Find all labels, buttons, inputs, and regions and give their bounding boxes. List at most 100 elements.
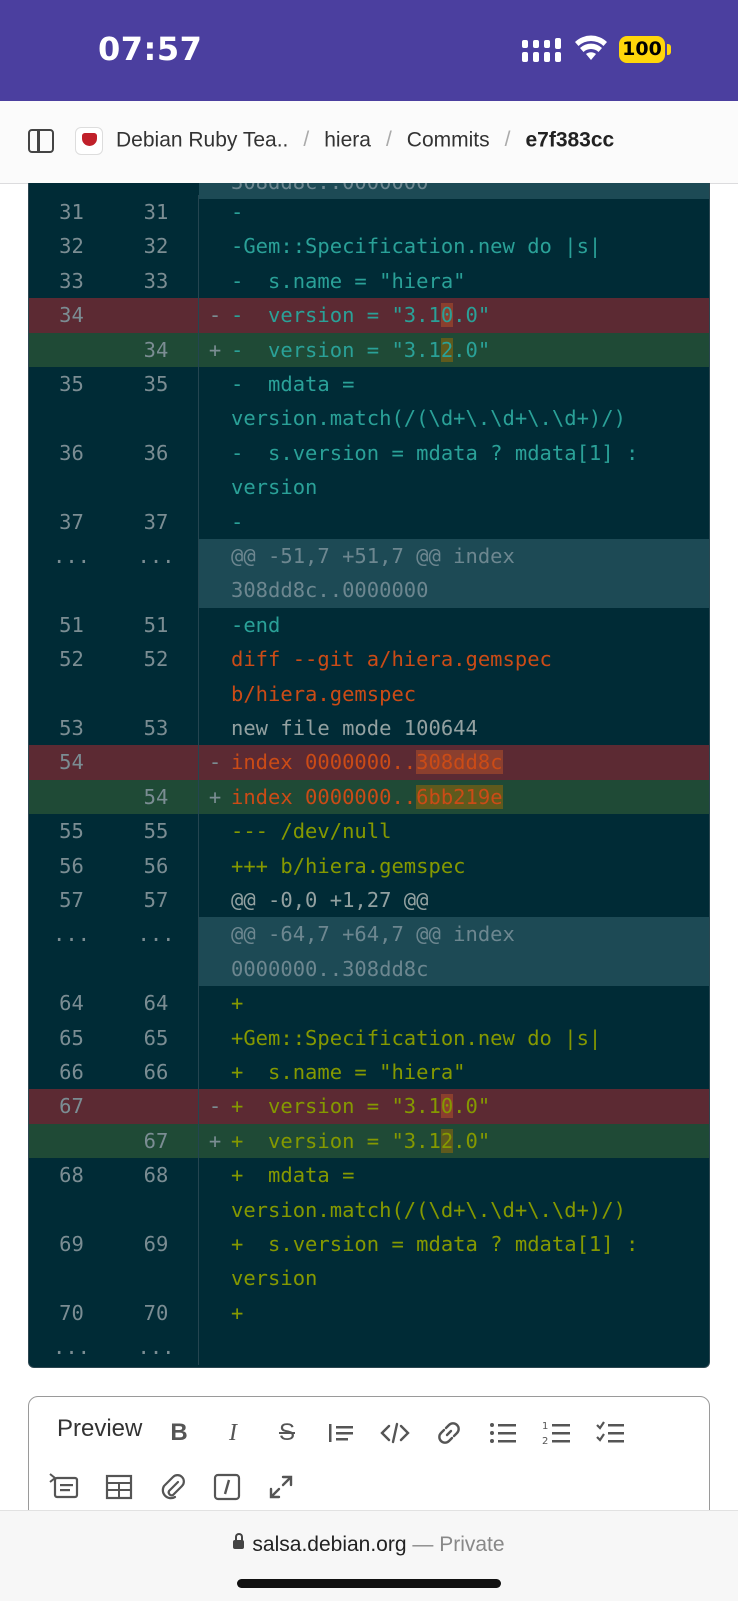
old-line-number[interactable]: 37 xyxy=(29,505,114,539)
new-line-number[interactable]: 56 xyxy=(114,848,199,883)
old-line-number[interactable]: 66 xyxy=(29,1055,114,1089)
new-line-number[interactable]: 69 xyxy=(114,1227,199,1296)
preview-tab[interactable]: Preview xyxy=(57,1415,142,1443)
new-line-number[interactable]: ... xyxy=(114,1330,199,1365)
old-line-number[interactable]: 55 xyxy=(29,814,114,848)
old-line-number[interactable]: 33 xyxy=(29,264,114,298)
bullet-list-icon[interactable] xyxy=(487,1417,519,1449)
diff-code: + xyxy=(231,1296,709,1330)
old-line-number[interactable]: 53 xyxy=(29,711,114,745)
diff-code: - s.name = "hiera" xyxy=(231,264,709,298)
old-line-number[interactable]: 56 xyxy=(29,849,114,883)
old-line-number[interactable]: 52 xyxy=(29,642,114,711)
old-line-number[interactable]: 64 xyxy=(29,986,114,1020)
old-line-number[interactable]: 68 xyxy=(29,1158,114,1227)
italic-icon[interactable]: I xyxy=(217,1417,249,1449)
old-line-number[interactable] xyxy=(29,1124,114,1158)
new-line-number[interactable] xyxy=(114,298,199,333)
new-line-number[interactable]: ... xyxy=(114,917,199,987)
home-indicator[interactable] xyxy=(237,1579,501,1588)
diff-code: +++ b/hiera.gemspec xyxy=(231,849,709,883)
new-line-number[interactable]: 35 xyxy=(114,367,199,436)
new-line-number[interactable]: 31 xyxy=(114,195,199,230)
new-line-number[interactable]: 68 xyxy=(114,1158,199,1227)
diff-highlight: 308dd8c xyxy=(416,750,503,775)
old-line-number[interactable]: 57 xyxy=(29,883,114,917)
strikethrough-icon[interactable]: S xyxy=(271,1417,303,1449)
breadcrumb-repo[interactable]: hiera xyxy=(324,128,371,151)
old-line-number[interactable]: 35 xyxy=(29,367,114,436)
old-line-number[interactable]: 65 xyxy=(29,1021,114,1055)
new-line-number[interactable]: 54 xyxy=(114,779,199,815)
fullscreen-icon[interactable] xyxy=(265,1471,297,1503)
diff-text: -end xyxy=(231,612,281,637)
diff-code: @@ -51,7 +51,7 @@ index 308dd8c..0000000 xyxy=(199,539,709,608)
quote-icon[interactable] xyxy=(325,1417,357,1449)
diff-text: .0" xyxy=(453,1128,491,1153)
new-line-number[interactable]: 34 xyxy=(114,332,199,367)
sidebar-toggle-icon[interactable] xyxy=(28,129,54,153)
new-line-number[interactable]: 67 xyxy=(114,1123,199,1159)
diff-code: diff --git a/hiera.gemspec b/hiera.gemsp… xyxy=(231,642,709,711)
new-line-number[interactable]: 66 xyxy=(114,1055,199,1090)
collapsible-icon[interactable] xyxy=(49,1471,81,1503)
diff-sign xyxy=(199,1021,231,1055)
old-line-number[interactable]: 69 xyxy=(29,1227,114,1296)
code-icon[interactable] xyxy=(379,1417,411,1449)
diff-text: - xyxy=(231,509,244,534)
new-line-number[interactable]: 33 xyxy=(114,263,199,299)
new-line-number[interactable]: 65 xyxy=(114,1020,199,1055)
diff-sign xyxy=(199,229,231,263)
link-icon[interactable] xyxy=(433,1417,465,1449)
new-line-number[interactable]: 51 xyxy=(114,607,199,643)
old-line-number[interactable]: ... xyxy=(29,1330,114,1364)
diff-code: - xyxy=(231,505,709,539)
old-line-number[interactable]: 51 xyxy=(29,608,114,642)
bold-icon[interactable]: B xyxy=(163,1417,195,1449)
diff-text: new file mode 100644 xyxy=(231,716,478,740)
new-line-number[interactable] xyxy=(114,1089,199,1124)
new-line-number[interactable]: 70 xyxy=(114,1295,199,1331)
diff-line: 32 32 -Gem::Specification.new do |s| xyxy=(29,229,709,264)
diff-text: .0" xyxy=(453,1094,491,1119)
new-line-number[interactable]: ... xyxy=(114,539,199,608)
old-line-number[interactable]: ... xyxy=(29,917,114,986)
diff-line-added: 54 + index 0000000..6bb219e xyxy=(29,779,709,815)
slash-command-icon[interactable] xyxy=(211,1471,243,1503)
diff-text: +++ b/hiera.gemspec xyxy=(231,853,466,878)
old-line-number[interactable]: 67 xyxy=(29,1089,114,1123)
new-line-number[interactable]: 52 xyxy=(114,642,199,711)
old-line-number[interactable] xyxy=(29,780,114,814)
new-line-number[interactable]: 55 xyxy=(114,814,199,849)
old-line-number[interactable]: 32 xyxy=(29,229,114,263)
diff-text: - version = "3.1 xyxy=(231,303,441,328)
diff-line: 56 56 +++ b/hiera.gemspec xyxy=(29,848,709,883)
project-avatar[interactable] xyxy=(75,127,103,155)
new-line-number[interactable] xyxy=(114,745,199,780)
breadcrumb-project[interactable]: Debian Ruby Tea.. xyxy=(116,128,288,151)
old-line-number[interactable]: 70 xyxy=(29,1296,114,1330)
old-line-number[interactable]: 31 xyxy=(29,195,114,229)
diff-sign xyxy=(199,642,231,711)
attach-icon[interactable] xyxy=(157,1471,189,1503)
diff-line: 66 66 + s.name = "hiera" xyxy=(29,1055,709,1090)
breadcrumb-commits[interactable]: Commits xyxy=(407,128,490,151)
numbered-list-icon[interactable]: 12 xyxy=(541,1417,573,1449)
task-list-icon[interactable] xyxy=(595,1417,627,1449)
new-line-number[interactable]: 37 xyxy=(114,504,199,539)
diff-code: + version = "3.12.0" xyxy=(231,1124,709,1158)
new-line-number[interactable]: 57 xyxy=(114,883,199,918)
svg-text:2: 2 xyxy=(542,1436,548,1447)
old-line-number[interactable]: ... xyxy=(29,539,114,608)
table-icon[interactable] xyxy=(103,1471,135,1503)
new-line-number[interactable]: 36 xyxy=(114,435,199,505)
old-line-number[interactable]: 34 xyxy=(29,298,114,332)
new-line-number[interactable]: 64 xyxy=(114,986,199,1021)
breadcrumb-commit[interactable]: e7f383cc xyxy=(525,128,614,151)
old-line-number[interactable] xyxy=(29,333,114,367)
new-line-number[interactable]: 32 xyxy=(114,229,199,264)
old-line-number[interactable]: 36 xyxy=(29,436,114,505)
new-line-number[interactable]: 53 xyxy=(114,711,199,746)
old-line-number[interactable]: 54 xyxy=(29,745,114,779)
diff-sign xyxy=(199,367,231,436)
